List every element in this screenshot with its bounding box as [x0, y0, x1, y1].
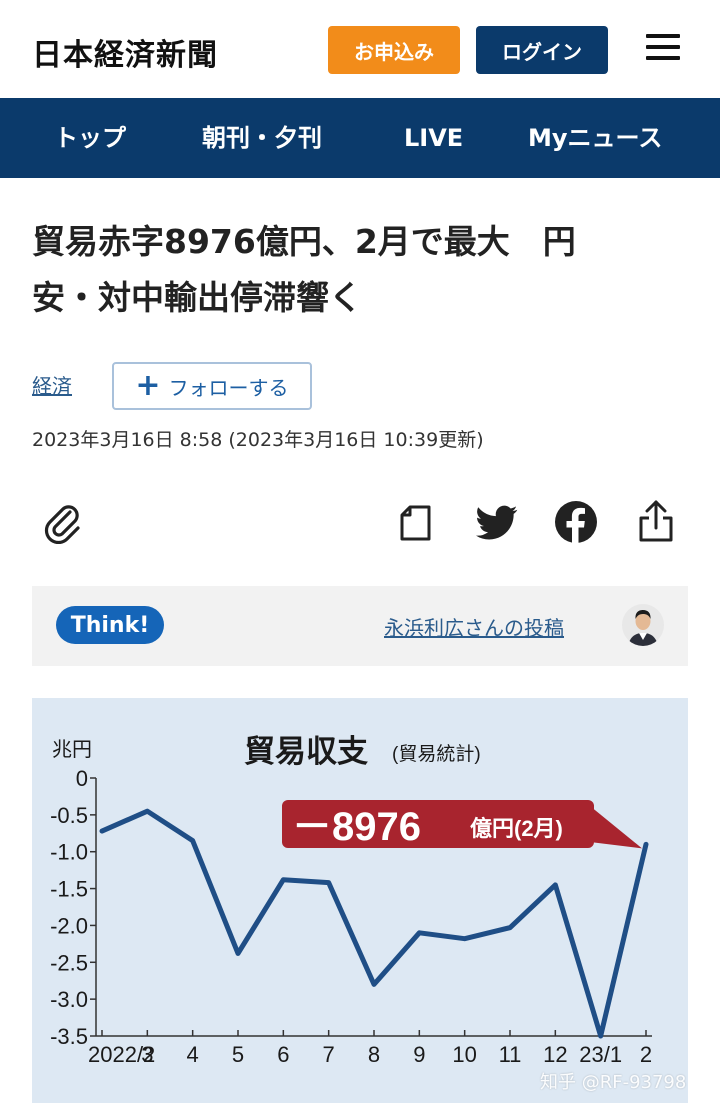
- hamburger-menu-icon[interactable]: [646, 34, 680, 64]
- nav-item-mynews[interactable]: Myニュース: [528, 98, 662, 178]
- x-tick-label: 7: [323, 1042, 335, 1067]
- y-axis-label: 兆円: [52, 738, 92, 761]
- chart-subtitle: (貿易統計): [392, 743, 481, 765]
- y-tick-label: -1.5: [50, 877, 88, 902]
- subscribe-button[interactable]: お申込み: [328, 26, 460, 74]
- y-tick-label: 0: [76, 766, 88, 791]
- site-logo[interactable]: 日本経済新聞: [32, 30, 218, 74]
- x-tick-label: 4: [187, 1042, 199, 1067]
- follow-button[interactable]: + フォローする: [112, 362, 312, 410]
- plus-icon: +: [135, 368, 161, 403]
- x-tick-label: 5: [232, 1042, 244, 1067]
- nav-item-top[interactable]: トップ: [54, 98, 126, 178]
- follow-label: フォローする: [168, 375, 289, 400]
- expert-post-link[interactable]: 永浜利広さんの投稿: [384, 612, 564, 641]
- main-nav: トップ 朝刊・夕刊 LIVE Myニュース: [0, 98, 720, 178]
- x-tick-label: 23/1: [579, 1042, 622, 1067]
- x-tick-label: 10: [452, 1042, 476, 1067]
- x-tick-label: 2: [640, 1042, 652, 1067]
- x-tick-label: 3: [141, 1042, 153, 1067]
- trade-balance-chart: 貿易収支 (貿易統計) 兆円 0 -0.5 -1.0 -1.5 -2.0 -2.5 -3.0 -3.…: [32, 698, 688, 1103]
- think-badge[interactable]: Think!: [56, 606, 164, 644]
- callout-unit: 億円(2月): [470, 816, 563, 841]
- bookmark-note-icon[interactable]: [398, 503, 434, 543]
- chart-title: 貿易収支: [244, 734, 368, 769]
- y-tick-label: -2.0: [50, 913, 88, 938]
- publish-date: 2023年3月16日 8:58 (2023年3月16日 10:39更新): [32, 429, 484, 451]
- callout-pointer: [590, 806, 642, 849]
- y-tick-label: -3.5: [50, 1024, 88, 1049]
- headline-line-1: 貿易赤字8976億円、2月で最大 円: [32, 222, 576, 261]
- x-tick-label: 8: [368, 1042, 380, 1067]
- nav-item-paper[interactable]: 朝刊・夕刊: [202, 98, 322, 178]
- avatar[interactable]: [622, 604, 664, 646]
- y-tick-label: -0.5: [50, 803, 88, 828]
- source-watermark: 知乎 @RF-93798: [540, 1072, 687, 1093]
- site-header: 日本経済新聞 お申込み ログイン: [0, 0, 720, 98]
- facebook-icon[interactable]: [554, 500, 598, 544]
- nav-item-live[interactable]: LIVE: [404, 98, 463, 178]
- headline-line-2: 安・対中輸出停滞響く: [32, 278, 362, 317]
- paperclip-icon[interactable]: [40, 500, 84, 544]
- y-tick-label: -3.0: [50, 987, 88, 1012]
- twitter-icon[interactable]: [476, 505, 518, 541]
- think-panel: Think! 永浜利広さんの投稿: [32, 586, 688, 666]
- y-tick-label: -2.5: [50, 950, 88, 975]
- article-headline: 貿易赤字8976億円、2月で最大 円 安・対中輸出停滞響く: [32, 214, 692, 326]
- x-tick-label: 12: [543, 1042, 567, 1067]
- topic-link[interactable]: 経済: [32, 370, 72, 399]
- callout-value: －8976: [292, 805, 421, 849]
- x-tick-label: 11: [499, 1042, 522, 1067]
- login-button[interactable]: ログイン: [476, 26, 608, 74]
- chart-canvas: 貿易収支 (貿易統計) 兆円 0 -0.5 -1.0 -1.5 -2.0 -2.5 -3.0 -3.…: [50, 734, 652, 1067]
- x-tick-label: 9: [413, 1042, 425, 1067]
- y-tick-label: -1.0: [50, 840, 88, 865]
- x-tick-label: 6: [277, 1042, 289, 1067]
- share-icon[interactable]: [636, 498, 676, 544]
